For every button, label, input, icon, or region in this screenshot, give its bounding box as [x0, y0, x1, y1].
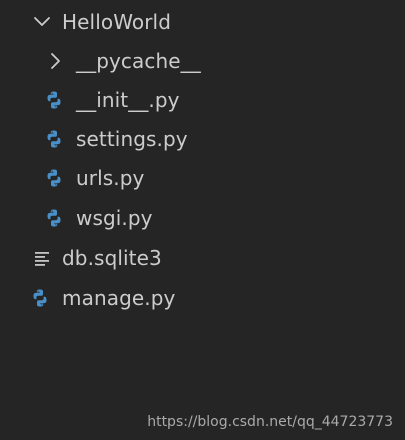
chevron-down-icon[interactable] [32, 12, 52, 32]
python-icon [47, 169, 61, 187]
file-manage-py[interactable]: manage.py [0, 278, 405, 318]
file-wsgi-py[interactable]: wsgi.py [0, 198, 405, 238]
python-icon [47, 209, 61, 227]
folder-helloworld[interactable]: HelloWorld [0, 2, 405, 42]
file-label: urls.py [76, 166, 145, 190]
folder-pycache[interactable]: __pycache__ [0, 41, 405, 81]
python-icon [47, 130, 61, 148]
file-db-sqlite3[interactable]: db.sqlite3 [0, 238, 405, 278]
file-settings-py[interactable]: settings.py [0, 119, 405, 159]
file-urls-py[interactable]: urls.py [0, 158, 405, 198]
file-label: __init__.py [76, 88, 180, 112]
file-label: db.sqlite3 [62, 246, 162, 270]
file-label: manage.py [62, 286, 176, 310]
python-icon [47, 91, 61, 109]
watermark-text: https://blog.csdn.net/qq_44723773 [147, 414, 393, 430]
python-icon [33, 289, 47, 307]
folder-label: __pycache__ [76, 49, 201, 73]
file-label: wsgi.py [76, 206, 153, 230]
file-label: settings.py [76, 127, 188, 151]
chevron-right-icon[interactable] [46, 51, 66, 71]
lines-icon [35, 252, 49, 266]
file-init-py[interactable]: __init__.py [0, 80, 405, 120]
folder-label: HelloWorld [62, 10, 172, 34]
